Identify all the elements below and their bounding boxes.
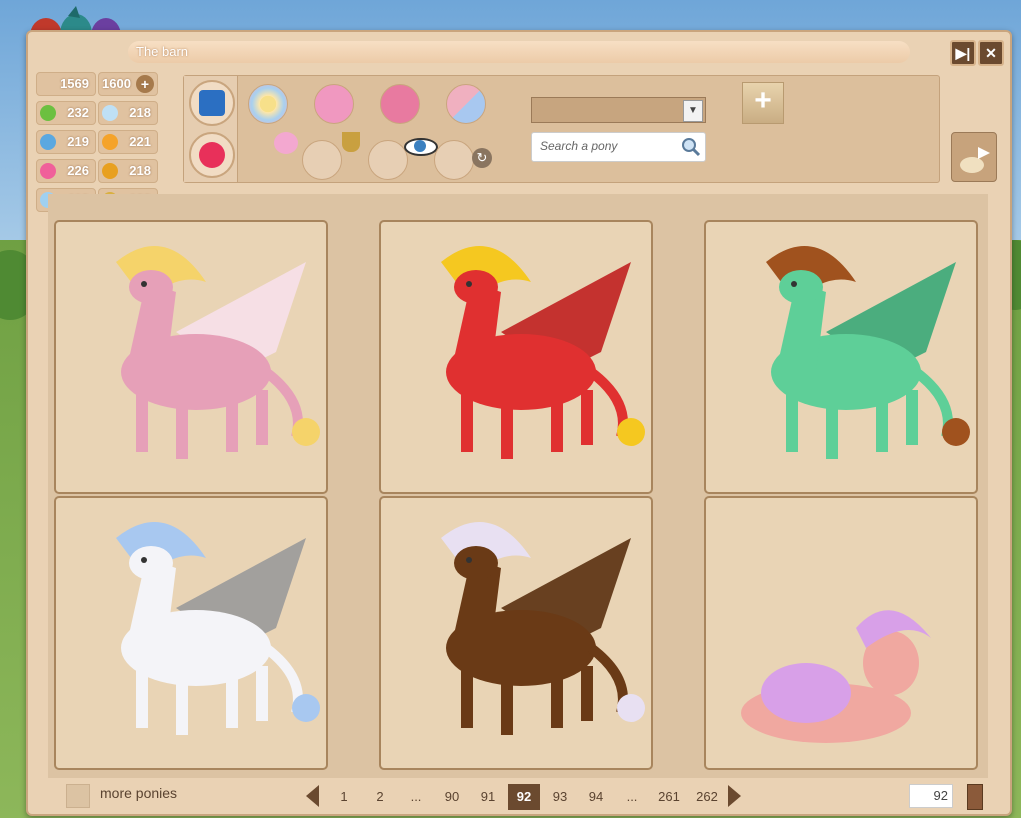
stat-value: 219 (67, 134, 89, 149)
stat-apple: 232 (36, 101, 96, 125)
page-link[interactable]: 93 (544, 784, 576, 810)
white-bat-pony-image (116, 522, 320, 735)
gold-counter: 1569 (36, 72, 96, 96)
apple-icon (40, 105, 56, 121)
red-dragon-pony-image (441, 246, 645, 459)
stat-value: 226 (67, 163, 89, 178)
search-icon[interactable] (681, 137, 701, 157)
export-pony-button[interactable] (951, 132, 997, 182)
stat-value: 218 (129, 163, 151, 178)
refresh-icon[interactable]: ↻ (472, 148, 492, 168)
page-link[interactable]: 92 (508, 784, 540, 810)
barn-window: The barn ▶| ✕ 1569 1600 + 232 218 219 221 22… (26, 30, 1012, 816)
pony-card[interactable] (704, 220, 978, 494)
chevron-down-icon[interactable]: ▼ (683, 100, 703, 122)
category-select[interactable]: ▼ (531, 97, 706, 123)
next-page-arrow-icon[interactable] (728, 785, 741, 807)
search-input[interactable] (538, 138, 682, 154)
heart-icon (40, 163, 56, 179)
page-link[interactable]: 262 (690, 784, 724, 810)
minimize-button[interactable]: ▶| (950, 40, 976, 66)
page-link[interactable]: 1 (328, 784, 360, 810)
gender-filter-icon[interactable] (314, 84, 354, 124)
love-filter-icon[interactable] (380, 84, 420, 124)
pony-card[interactable] (704, 496, 978, 770)
view-switcher (184, 76, 238, 182)
stat-value: 221 (129, 134, 151, 149)
pony-card[interactable] (379, 496, 653, 770)
add-button[interactable]: + (742, 82, 784, 124)
prev-page-arrow-icon[interactable] (306, 785, 319, 807)
go-to-page-button[interactable] (967, 784, 983, 810)
close-button[interactable]: ✕ (978, 40, 1004, 66)
gold-max-value: 1600 (102, 76, 131, 91)
paw-icon (102, 163, 118, 179)
gold-value: 1569 (60, 76, 89, 91)
stat-heart: 226 (36, 159, 96, 183)
page-ellipsis: ... (410, 789, 422, 804)
more-ponies-label: more ponies (100, 785, 178, 801)
trophy-drop-icon[interactable] (336, 128, 408, 180)
stat-value: 232 (67, 105, 89, 120)
stat-cloud: 218 (98, 101, 158, 125)
stat-flame: 221 (98, 130, 158, 154)
breed-filter-icon[interactable] (446, 84, 486, 124)
pony-card[interactable] (54, 220, 328, 494)
stat-drop: 219 (36, 130, 96, 154)
title-bar[interactable]: The barn (128, 41, 910, 63)
pony-card[interactable] (54, 496, 328, 770)
gold-max: 1600 + (98, 72, 158, 96)
filter-toolbar: ↻ ▼ + (183, 75, 940, 183)
flame-icon (102, 134, 118, 150)
page-link[interactable]: 94 (580, 784, 612, 810)
pony-export-icon (960, 147, 990, 173)
eye-drop-icon[interactable] (402, 128, 474, 180)
pony-grid (48, 194, 988, 778)
brown-star-pony-image (441, 522, 645, 735)
stat-paw: 218 (98, 159, 158, 183)
page-ellipsis: ... (626, 789, 638, 804)
more-ponies-checkbox[interactable] (66, 784, 90, 808)
window-title: The barn (136, 44, 189, 59)
pony-card[interactable] (379, 220, 653, 494)
unicorn-drop-icon[interactable] (270, 128, 342, 180)
pink-fluffy-pony-image (741, 610, 931, 743)
pink-fairy-unicorn-image (116, 246, 320, 459)
page-link[interactable]: 91 (472, 784, 504, 810)
page-link[interactable]: 261 (652, 784, 686, 810)
page-number-input[interactable]: 92 (909, 784, 953, 808)
page-link[interactable]: 90 (436, 784, 468, 810)
color-filter-icon[interactable] (248, 84, 288, 124)
search-field[interactable] (531, 132, 706, 162)
drop-slot (434, 140, 474, 180)
drop-icon (40, 134, 56, 150)
green-dragon-pony-image (766, 246, 970, 459)
add-gold-icon[interactable]: + (136, 75, 154, 93)
folder-view-button[interactable] (189, 80, 235, 126)
page-link[interactable]: 2 (364, 784, 396, 810)
stat-value: 218 (129, 105, 151, 120)
favorites-view-button[interactable] (189, 132, 235, 178)
pagination-bar: more ponies 1 2... 90 91 92 93 94... 261 262 92 (28, 772, 1010, 814)
cloud-icon (102, 105, 118, 121)
